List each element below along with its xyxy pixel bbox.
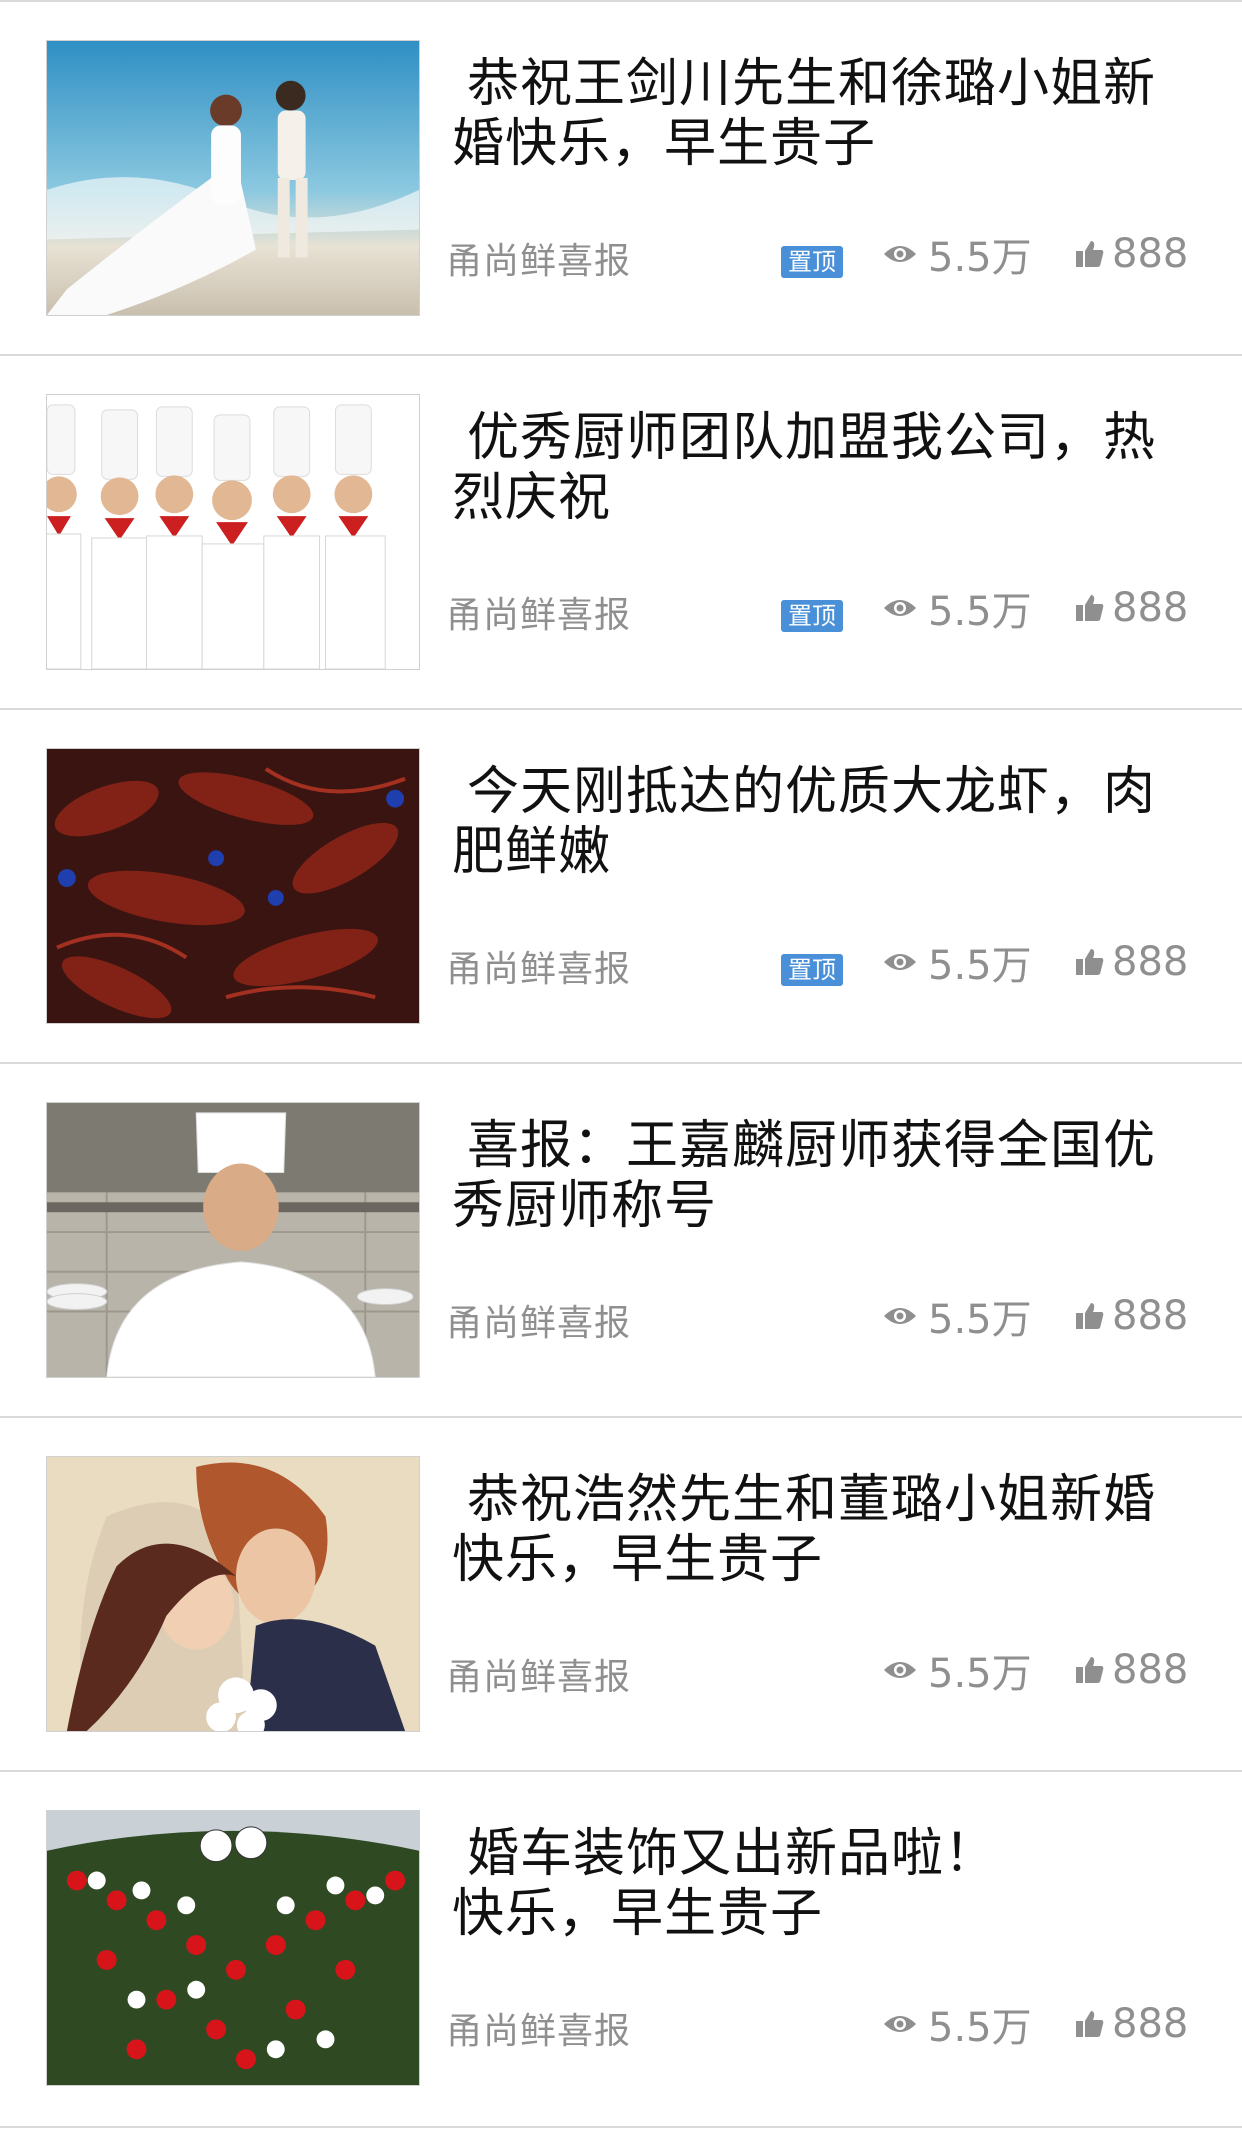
chef-team-photo — [47, 395, 419, 669]
view-count: 5.5万 — [882, 1646, 1032, 1697]
like-count-value: 888 — [1112, 939, 1189, 985]
thumbnail-image[interactable] — [46, 748, 420, 1024]
crayfish-photo — [47, 749, 419, 1023]
list-item[interactable]: 恭祝浩然先生和董璐小姐新婚 快乐，早生贵子 甬尚鲜喜报 5.5万 888 — [0, 1416, 1242, 1770]
eye-icon — [884, 2016, 916, 2032]
article-title[interactable]: 优秀厨师团队加盟我公司，热 烈庆祝 — [452, 408, 1192, 528]
eye-icon — [884, 600, 916, 616]
eye-icon — [884, 954, 916, 970]
eye-icon — [884, 246, 916, 262]
thumbnail-image[interactable] — [46, 1102, 420, 1378]
news-feed-list: 恭祝王剑川先生和徐璐小姐新 婚快乐，早生贵子 甬尚鲜喜报 置顶 5.5万 888 — [0, 0, 1242, 2130]
view-count: 5.5万 — [882, 2000, 1032, 2051]
chef-portrait-photo — [47, 1103, 419, 1377]
thumbs-up-icon — [1076, 595, 1104, 621]
article-title[interactable]: 今天刚抵达的优质大龙虾，肉 肥鲜嫩 — [452, 762, 1192, 882]
eye-icon — [884, 1662, 916, 1678]
wedding-car-flowers-photo — [47, 1811, 419, 2085]
source-label: 甬尚鲜喜报 — [446, 241, 632, 282]
view-count-value: 5.5万 — [928, 2005, 1032, 2051]
view-count-value: 5.5万 — [928, 1651, 1032, 1697]
like-count-value: 888 — [1112, 231, 1189, 277]
view-count: 5.5万 — [882, 584, 1032, 635]
pinned-badge: 置顶 — [781, 600, 843, 632]
article-title[interactable]: 喜报：王嘉麟厨师获得全国优 秀厨师称号 — [452, 1116, 1192, 1236]
like-count[interactable]: 888 — [1076, 1646, 1188, 1694]
view-count-value: 5.5万 — [928, 235, 1032, 281]
pinned-badge: 置顶 — [781, 246, 843, 278]
list-item[interactable]: 喜报：王嘉麟厨师获得全国优 秀厨师称号 甬尚鲜喜报 5.5万 888 — [0, 1062, 1242, 1416]
article-title[interactable]: 恭祝王剑川先生和徐璐小姐新 婚快乐，早生贵子 — [452, 54, 1192, 174]
thumbs-up-icon — [1076, 949, 1104, 975]
pinned-badge: 置顶 — [781, 954, 843, 986]
thumbs-up-icon — [1076, 241, 1104, 267]
thumbnail-image[interactable] — [46, 394, 420, 670]
source-label: 甬尚鲜喜报 — [446, 949, 632, 990]
list-item[interactable]: 婚车装饰又出新品啦！ 快乐，早生贵子 甬尚鲜喜报 5.5万 888 — [0, 1770, 1242, 2124]
like-count-value: 888 — [1112, 2001, 1189, 2047]
list-item[interactable]: 今天刚抵达的优质大龙虾，肉 肥鲜嫩 甬尚鲜喜报 置顶 5.5万 888 — [0, 708, 1242, 1062]
view-count-value: 5.5万 — [928, 943, 1032, 989]
view-count: 5.5万 — [882, 230, 1032, 281]
like-count[interactable]: 888 — [1076, 938, 1188, 986]
thumbnail-image[interactable] — [46, 1456, 420, 1732]
article-title[interactable]: 婚车装饰又出新品啦！ 快乐，早生贵子 — [452, 1824, 1192, 1944]
wedding-beach-photo — [47, 41, 419, 315]
thumbs-up-icon — [1076, 1303, 1104, 1329]
view-count: 5.5万 — [882, 1292, 1032, 1343]
divider — [0, 2126, 1242, 2128]
list-item[interactable]: 优秀厨师团队加盟我公司，热 烈庆祝 甬尚鲜喜报 置顶 5.5万 888 — [0, 354, 1242, 708]
like-count-value: 888 — [1112, 585, 1189, 631]
source-label: 甬尚鲜喜报 — [446, 1657, 632, 1698]
list-item[interactable]: 恭祝王剑川先生和徐璐小姐新 婚快乐，早生贵子 甬尚鲜喜报 置顶 5.5万 888 — [0, 0, 1242, 354]
source-label: 甬尚鲜喜报 — [446, 1303, 632, 1344]
eye-icon — [884, 1308, 916, 1324]
article-title[interactable]: 恭祝浩然先生和董璐小姐新婚 快乐，早生贵子 — [452, 1470, 1192, 1590]
thumbnail-image[interactable] — [46, 1810, 420, 2086]
thumbs-up-icon — [1076, 1657, 1104, 1683]
like-count-value: 888 — [1112, 1293, 1189, 1339]
like-count-value: 888 — [1112, 1647, 1189, 1693]
like-count[interactable]: 888 — [1076, 230, 1188, 278]
source-label: 甬尚鲜喜报 — [446, 2011, 632, 2052]
like-count[interactable]: 888 — [1076, 1292, 1188, 1340]
wedding-couple-photo — [47, 1457, 419, 1731]
view-count-value: 5.5万 — [928, 589, 1032, 635]
thumbnail-image[interactable] — [46, 40, 420, 316]
view-count-value: 5.5万 — [928, 1297, 1032, 1343]
source-label: 甬尚鲜喜报 — [446, 595, 632, 636]
like-count[interactable]: 888 — [1076, 584, 1188, 632]
like-count[interactable]: 888 — [1076, 2000, 1188, 2048]
thumbs-up-icon — [1076, 2011, 1104, 2037]
view-count: 5.5万 — [882, 938, 1032, 989]
